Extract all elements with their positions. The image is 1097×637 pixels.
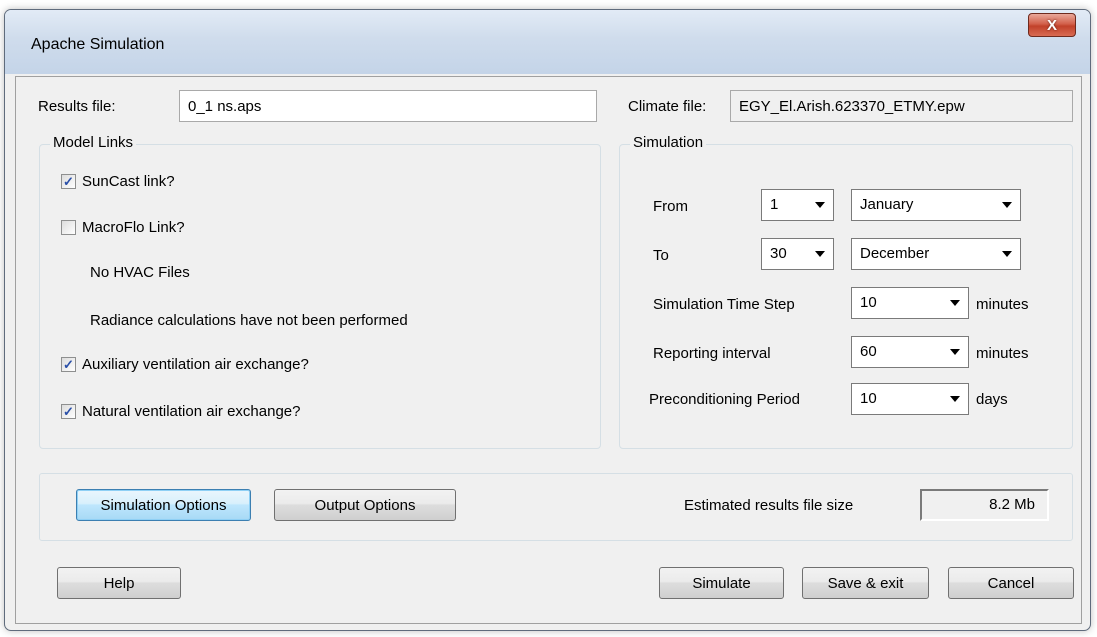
cancel-button[interactable]: Cancel [948, 567, 1074, 599]
dialog-body: Results file: 0_1 ns.aps Climate file: E… [15, 76, 1082, 624]
reporting-unit: minutes [976, 345, 1029, 362]
check-icon: ✓ [61, 174, 76, 189]
suncast-label: SunCast link? [82, 173, 175, 190]
macroflo-checkbox[interactable]: MacroFlo Link? [61, 219, 185, 236]
chevron-down-icon [950, 396, 960, 402]
reporting-value: 60 [860, 343, 877, 360]
check-icon: ✓ [61, 404, 76, 419]
to-month-dropdown[interactable]: December [851, 238, 1021, 270]
from-label: From [653, 198, 688, 215]
est-size-value: 8.2 Mb [920, 489, 1049, 521]
simulation-options-button[interactable]: Simulation Options [76, 489, 251, 521]
save-exit-button[interactable]: Save & exit [802, 567, 929, 599]
climate-file-field: EGY_El.Arish.623370_ETMY.epw [730, 90, 1073, 122]
aux-vent-checkbox[interactable]: ✓ Auxiliary ventilation air exchange? [61, 356, 309, 373]
reporting-dropdown[interactable]: 60 [851, 336, 969, 368]
macroflo-label: MacroFlo Link? [82, 219, 185, 236]
to-day-value: 30 [770, 245, 787, 262]
chevron-down-icon [950, 349, 960, 355]
time-step-value: 10 [860, 294, 877, 311]
title-bar: Apache Simulation X [5, 10, 1090, 74]
chevron-down-icon [1002, 251, 1012, 257]
simulation-title: Simulation [630, 134, 707, 151]
to-day-dropdown[interactable]: 30 [761, 238, 834, 270]
chevron-down-icon [1002, 202, 1012, 208]
to-label: To [653, 247, 669, 264]
simulate-button[interactable]: Simulate [659, 567, 784, 599]
simulation-group: Simulation From 1 January To 30 December… [619, 134, 1073, 449]
precond-dropdown[interactable]: 10 [851, 383, 969, 415]
model-links-group: Model Links ✓ SunCast link? MacroFlo Lin… [39, 134, 601, 449]
help-button[interactable]: Help [57, 567, 181, 599]
climate-file-label: Climate file: [628, 98, 707, 115]
nat-vent-label: Natural ventilation air exchange? [82, 403, 301, 420]
aux-vent-label: Auxiliary ventilation air exchange? [82, 356, 309, 373]
chevron-down-icon [950, 300, 960, 306]
time-step-dropdown[interactable]: 10 [851, 287, 969, 319]
checkbox-box [61, 220, 76, 235]
reporting-label: Reporting interval [653, 345, 771, 362]
hvac-note: No HVAC Files [90, 264, 190, 281]
radiance-note: Radiance calculations have not been perf… [90, 312, 408, 329]
nat-vent-checkbox[interactable]: ✓ Natural ventilation air exchange? [61, 403, 300, 420]
precond-unit: days [976, 391, 1008, 408]
precond-label: Preconditioning Period [649, 391, 800, 408]
time-step-unit: minutes [976, 296, 1029, 313]
suncast-checkbox[interactable]: ✓ SunCast link? [61, 173, 175, 190]
precond-value: 10 [860, 390, 877, 407]
results-file-input[interactable]: 0_1 ns.aps [179, 90, 597, 122]
results-file-label: Results file: [38, 98, 116, 115]
options-panel: Simulation Options Output Options Estima… [39, 473, 1073, 541]
dialog-window: Apache Simulation X Results file: 0_1 ns… [4, 9, 1091, 631]
chevron-down-icon [815, 202, 825, 208]
close-icon: X [1046, 16, 1057, 34]
output-options-button[interactable]: Output Options [274, 489, 456, 521]
time-step-label: Simulation Time Step [653, 296, 795, 313]
check-icon: ✓ [61, 357, 76, 372]
from-month-dropdown[interactable]: January [851, 189, 1021, 221]
close-button[interactable]: X [1028, 13, 1076, 37]
model-links-title: Model Links [50, 134, 137, 151]
from-day-value: 1 [770, 196, 779, 213]
est-size-label: Estimated results file size [684, 497, 854, 514]
chevron-down-icon [815, 251, 825, 257]
to-month-value: December [860, 245, 930, 262]
from-month-value: January [860, 196, 914, 213]
from-day-dropdown[interactable]: 1 [761, 189, 834, 221]
window-title: Apache Simulation [31, 36, 165, 53]
